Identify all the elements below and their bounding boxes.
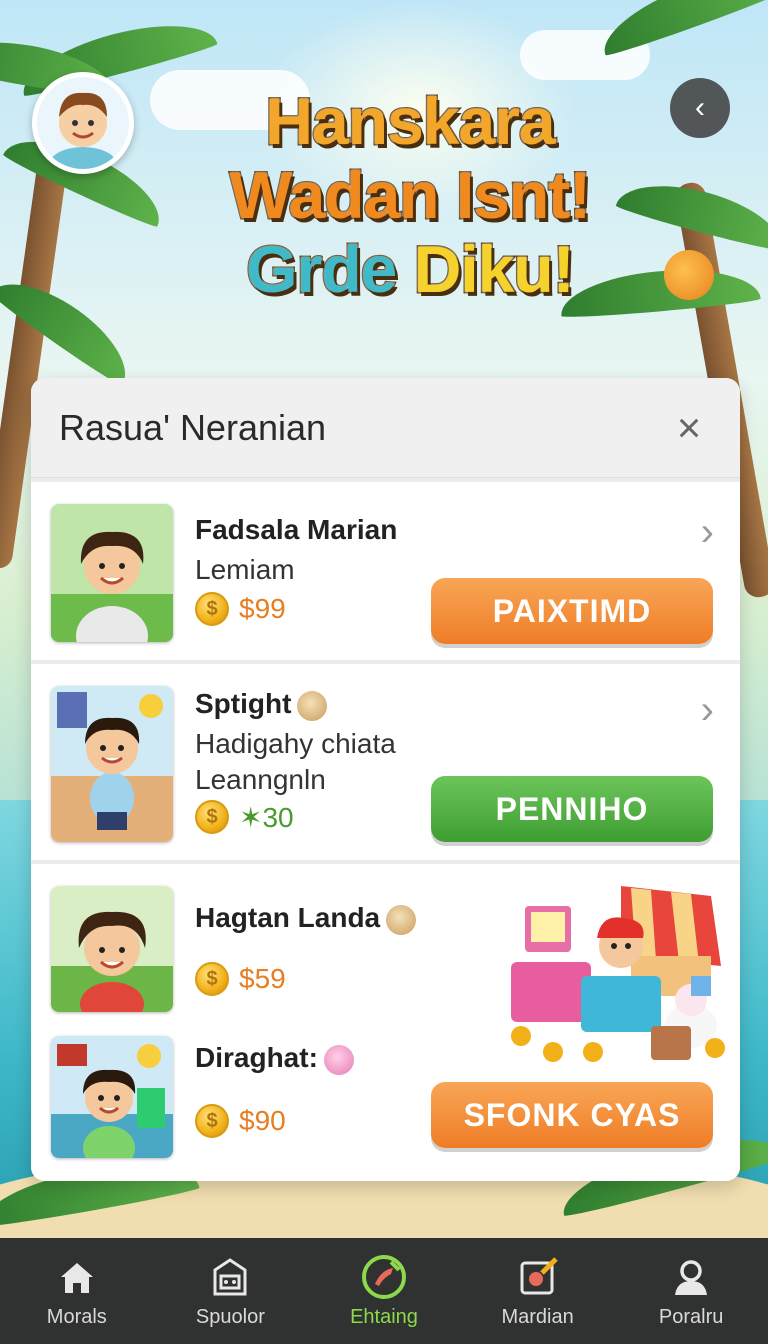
boy-portrait-icon [51, 686, 173, 842]
shop-panel: Rasua' Neranian × Fadsala Marian Lemiam … [31, 378, 740, 1181]
market-stall-icon [511, 886, 725, 1062]
title-line-3b: Diku! [412, 232, 576, 306]
price-value: $90 [239, 1105, 286, 1136]
boy-portrait-icon [51, 504, 173, 642]
coin-icon: $ [195, 800, 229, 834]
chevron-right-icon[interactable]: › [701, 510, 714, 555]
shop-icon [207, 1254, 253, 1300]
item-price: $ $59 [195, 962, 286, 996]
nav-label: Mardian [501, 1305, 574, 1328]
item-subtitle-2: Leanngnln [195, 764, 326, 795]
list-item[interactable]: Fadsala Marian Lemiam $ $99 › PAIXTIMD [31, 478, 740, 660]
bottom-nav: Morals Spuolor Ehtaing Mardian Poralru [0, 1238, 768, 1344]
critter-icon [297, 690, 328, 721]
nav-item-mardian[interactable]: Mardian [461, 1238, 615, 1344]
title-line-2: Wadan Isnt! [228, 158, 593, 232]
boy-portrait-icon [51, 886, 173, 1012]
craft-icon [361, 1254, 407, 1300]
claim-button[interactable]: SFONK CYAS [431, 1082, 713, 1148]
critter-icon [386, 904, 417, 935]
title-line-1: Hanskara [264, 84, 557, 158]
nav-item-poralru[interactable]: Poralru [614, 1238, 768, 1344]
panel-header: Rasua' Neranian × [31, 378, 740, 478]
home-icon [54, 1254, 100, 1300]
boy-portrait-icon [51, 1036, 173, 1158]
title-line-3: Grde Diku! [175, 235, 645, 304]
nav-label: Poralru [658, 1305, 724, 1328]
item-subtitle: Hadigahy chiata [195, 728, 396, 759]
title-line-3a: Grde [245, 232, 414, 306]
market-stall-illustration [501, 876, 731, 1066]
item-price: $ ✶30 [195, 800, 294, 834]
character-thumbnail [51, 1036, 173, 1158]
character-thumbnail [51, 504, 173, 642]
price-value: $99 [239, 593, 286, 624]
nav-label: Morals [46, 1305, 107, 1328]
coin-icon: $ [195, 962, 229, 996]
character-thumbnail [51, 686, 173, 842]
nav-label: Ehtaing [350, 1305, 418, 1328]
game-title: Hanskara Wadan Isnt! Grde Diku! [175, 84, 645, 304]
item-price: $ $90 [195, 1104, 286, 1138]
item-name-text: Hagtan Landa [195, 902, 381, 933]
chevron-left-icon: ‹ [695, 91, 705, 124]
buy-button[interactable]: PAIXTIMD [431, 578, 713, 644]
close-icon[interactable]: × [666, 406, 712, 449]
nav-item-morals[interactable]: Morals [0, 1238, 154, 1344]
item-name: Sptight [195, 688, 328, 721]
chevron-right-icon[interactable]: › [701, 688, 714, 733]
nav-label: Spuolor [195, 1305, 265, 1328]
item-subtitle: Lemiam [195, 554, 295, 585]
profile-icon [668, 1254, 714, 1300]
player-avatar[interactable] [32, 72, 134, 174]
back-button[interactable]: ‹ [670, 78, 730, 138]
panel-title: Rasua' Neranian [59, 406, 327, 448]
character-thumbnail [51, 886, 173, 1012]
coin-icon: $ [195, 592, 229, 626]
item-name-text: Sptight [195, 688, 292, 719]
price-value: ✶30 [239, 801, 294, 833]
item-name: Diraghat: [195, 1042, 354, 1075]
nav-item-ehtaing[interactable]: Ehtaing [307, 1238, 461, 1344]
item-name-text: Diraghat: [195, 1042, 318, 1073]
item-name: Fadsala Marian [195, 514, 398, 545]
item-price: $ $99 [195, 592, 286, 626]
nav-item-spuolor[interactable]: Spuolor [154, 1238, 308, 1344]
list-item[interactable]: Sptight Hadigahy chiata Leanngnln $ ✶30 … [31, 660, 740, 860]
boy-face-icon [37, 77, 129, 169]
palm-frond [593, 0, 768, 59]
bee-mascot-icon [664, 250, 714, 300]
critter-icon [323, 1044, 354, 1075]
coin-icon: $ [195, 1104, 229, 1138]
item-name: Hagtan Landa [195, 902, 417, 935]
select-button[interactable]: PENNIHO [431, 776, 713, 842]
price-value: $59 [239, 963, 286, 994]
calendar-tools-icon [515, 1254, 561, 1300]
